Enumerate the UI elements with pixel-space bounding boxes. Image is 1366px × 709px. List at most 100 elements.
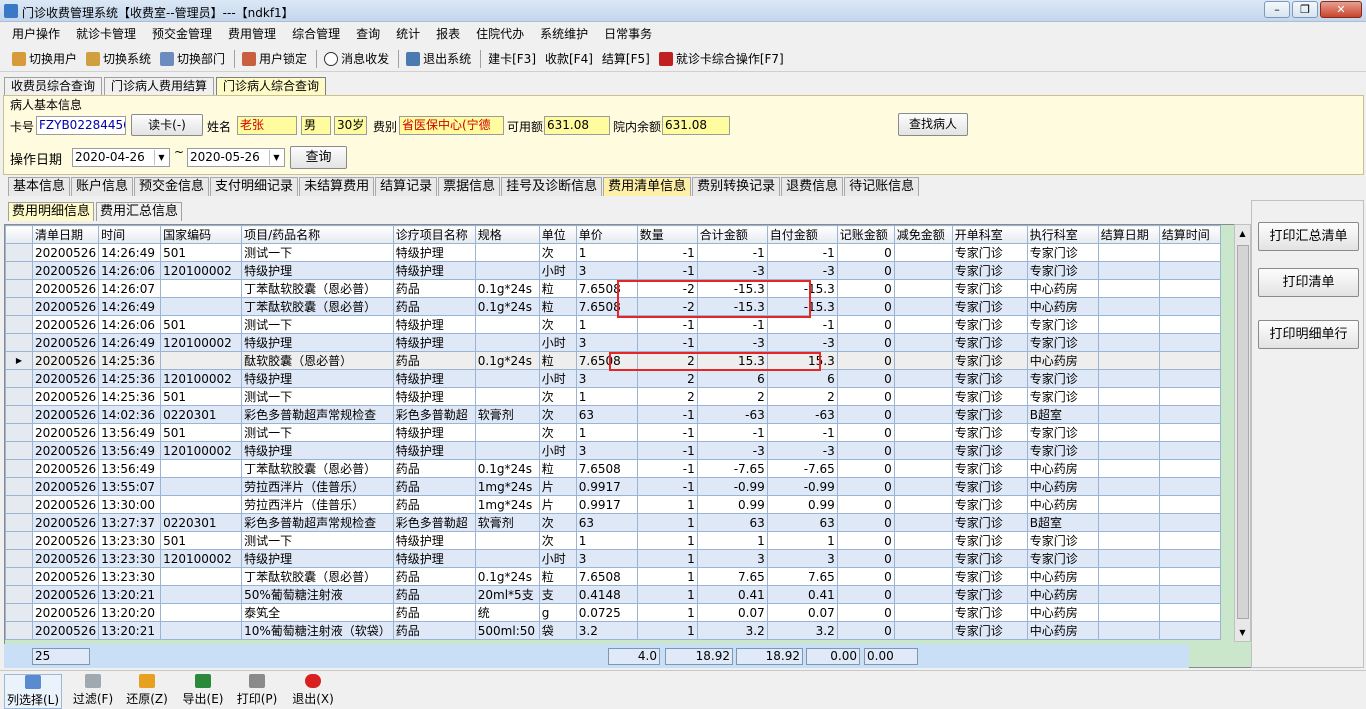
column-header[interactable]: 单位	[538, 225, 577, 244]
print-detail-row-button[interactable]: 打印明细单行	[1258, 320, 1359, 349]
switch-user-button[interactable]: 切换用户	[12, 50, 77, 67]
tab-unsettled-fees[interactable]: 未结算费用	[299, 177, 375, 196]
card-number-field[interactable]: FZYB02284456	[36, 116, 126, 135]
row-indicator[interactable]	[5, 513, 33, 532]
table-row[interactable]: 20200526 14:26:49 丁苯酞软胶囊（恩必普） 药品 0.1g*24s 粒 7.…	[5, 297, 1221, 316]
column-header[interactable]: 清单日期	[31, 225, 100, 244]
tab-account-info[interactable]: 账户信息	[71, 177, 134, 196]
row-indicator[interactable]	[5, 315, 33, 334]
messages-button[interactable]: 消息收发	[324, 50, 389, 67]
menu-item[interactable]: 就诊卡管理	[68, 25, 144, 42]
tab-deposit-info[interactable]: 预交金信息	[134, 177, 210, 196]
card-ops-button[interactable]: 就诊卡综合操作[F7]	[658, 50, 784, 67]
column-header[interactable]: 开单科室	[951, 225, 1028, 244]
tab-refund-info[interactable]: 退费信息	[781, 177, 844, 196]
row-indicator[interactable]	[5, 387, 33, 406]
print-list-button[interactable]: 打印清单	[1258, 268, 1359, 297]
row-indicator[interactable]	[5, 459, 33, 478]
switch-system-button[interactable]: 切换系统	[86, 50, 151, 67]
column-header[interactable]: 时间	[98, 225, 162, 244]
menu-item[interactable]: 报表	[428, 25, 468, 42]
column-header[interactable]: 单价	[575, 225, 638, 244]
row-indicator[interactable]	[5, 603, 33, 622]
column-header[interactable]: 合计金额	[696, 225, 768, 244]
table-row[interactable]: 20200526 13:56:49 丁苯酞软胶囊（恩必普） 药品 0.1g*24s 粒 7.…	[5, 459, 1221, 478]
table-row[interactable]: 20200526 14:26:06 120100002 特级护理 特级护理 小时 3 -1 -3…	[5, 261, 1221, 280]
scroll-down-icon[interactable]: ▼	[1235, 624, 1250, 641]
column-header[interactable]: 国家编码	[160, 225, 243, 244]
column-header[interactable]: 项目/药品名称	[241, 225, 394, 244]
table-row[interactable]: 20200526 14:26:07 丁苯酞软胶囊（恩必普） 药品 0.1g*24s 粒 7.…	[5, 279, 1221, 298]
exit-system-button[interactable]: 退出系统	[406, 50, 471, 67]
tab-outpatient-query[interactable]: 门诊病人综合查询	[216, 77, 327, 95]
menu-item[interactable]: 综合管理	[284, 25, 348, 42]
table-row[interactable]: 20200526 14:26:49 501 测试一下 特级护理次 1 -1 -1 -1 0 专家门诊…	[5, 243, 1221, 262]
table-row[interactable]: 20200526 13:23:30 120100002 特级护理 特级护理 小时 3 1 3 3 0…	[5, 549, 1221, 568]
table-row[interactable]: ▶ 20200526 14:25:36 酞软胶囊（恩必普） 药品 0.1g*24s 粒 7.6…	[5, 351, 1221, 370]
menu-item[interactable]: 住院代办	[468, 25, 532, 42]
table-row[interactable]: 20200526 14:26:06 501 测试一下 特级护理次 1 -1 -1 -1 0 专家门诊…	[5, 315, 1221, 334]
table-row[interactable]: 20200526 13:56:49 120100002 特级护理 特级护理 小时 3 -1 -3…	[5, 441, 1221, 460]
table-row[interactable]: 20200526 13:30:00 劳拉西泮片（佳普乐） 药品 1mg*24s 片 0.99…	[5, 495, 1221, 514]
column-header[interactable]: 执行科室	[1026, 225, 1099, 244]
table-row[interactable]: 20200526 13:20:21 50%葡萄糖注射液 药品 20ml*5支支 0.414…	[5, 585, 1221, 604]
chevron-down-icon[interactable]: ▼	[269, 150, 283, 165]
row-indicator[interactable]	[5, 585, 33, 604]
print-summary-button[interactable]: 打印汇总清单	[1258, 222, 1359, 251]
lock-user-button[interactable]: 用户锁定	[242, 50, 307, 67]
tab-registration-diagnosis[interactable]: 挂号及诊断信息	[501, 177, 603, 196]
date-to-picker[interactable]: 2020-05-26 ▼	[187, 148, 285, 167]
menu-item[interactable]: 统计	[388, 25, 428, 42]
column-header[interactable]: 结算时间	[1158, 225, 1221, 244]
row-indicator[interactable]	[5, 441, 33, 460]
switch-dept-button[interactable]: 切换部门	[160, 50, 225, 67]
minimize-button[interactable]: –	[1264, 1, 1290, 18]
query-button[interactable]: 查询	[290, 146, 347, 169]
column-header[interactable]: 数量	[636, 225, 698, 244]
table-row[interactable]: 20200526 13:20:21 10%葡萄糖注射液（软袋） 药品 500ml:50 袋…	[5, 621, 1221, 640]
table-row[interactable]: 20200526 14:26:49 120100002 特级护理 特级护理 小时 3 -1 -3…	[5, 333, 1221, 352]
restore-button[interactable]: 还原(Z)	[124, 674, 170, 707]
tab-fee-detail[interactable]: 费用明细信息	[8, 202, 95, 221]
table-row[interactable]: 20200526 13:56:49 501 测试一下 特级护理次 1 -1 -1 -1 0 专家门诊…	[5, 423, 1221, 442]
table-row[interactable]: 20200526 13:27:37 0220301 彩色多普勒超声常规检查 彩色多普勒超…	[5, 513, 1221, 532]
read-card-button[interactable]: 读卡(-)	[131, 114, 203, 136]
vertical-scrollbar[interactable]: ▲ ▼	[1234, 224, 1251, 642]
find-patient-button[interactable]: 查找病人	[898, 113, 968, 136]
table-row[interactable]: 20200526 14:25:36 501 测试一下 特级护理次 1 2 2 2 0 专家门诊 专家门…	[5, 387, 1221, 406]
date-from-picker[interactable]: 2020-04-26 ▼	[72, 148, 170, 167]
menu-item[interactable]: 日常事务	[596, 25, 660, 42]
create-card-button[interactable]: 建卡[F3]	[488, 50, 536, 67]
tab-settlement-records[interactable]: 结算记录	[375, 177, 438, 196]
receive-button[interactable]: 收款[F4]	[545, 50, 593, 67]
tab-fee-summary[interactable]: 费用汇总信息	[96, 202, 183, 221]
row-indicator[interactable]	[5, 621, 33, 640]
column-header[interactable]: 诊疗项目名称	[392, 225, 476, 244]
tab-payment-detail[interactable]: 支付明细记录	[210, 177, 299, 196]
row-indicator[interactable]	[5, 531, 33, 550]
column-select-button[interactable]: 列选择(L)	[4, 674, 62, 709]
close-button[interactable]: ✕	[1320, 1, 1362, 18]
table-row[interactable]: 20200526 13:23:30 丁苯酞软胶囊（恩必普） 药品 0.1g*24s 粒 7.…	[5, 567, 1221, 586]
column-header[interactable]: 自付金额	[766, 225, 838, 244]
tab-cashier-query[interactable]: 收费员综合查询	[4, 77, 103, 95]
exit-button[interactable]: 退出(X)	[290, 674, 336, 707]
column-header[interactable]: 规格	[474, 225, 540, 244]
settle-button[interactable]: 结算[F5]	[602, 50, 650, 67]
row-indicator[interactable]	[5, 279, 33, 298]
row-indicator[interactable]	[5, 567, 33, 586]
tab-basic-info[interactable]: 基本信息	[8, 177, 71, 196]
row-indicator[interactable]	[5, 477, 33, 496]
tab-invoice-info[interactable]: 票据信息	[438, 177, 501, 196]
fee-detail-grid[interactable]: 清单日期 时间 国家编码 项目/药品名称 诊疗项目名称 规格 单位 单价 数量 合计金额 自付金额记…	[4, 224, 1253, 668]
menu-item[interactable]: 系统维护	[532, 25, 596, 42]
row-indicator[interactable]	[5, 297, 33, 316]
row-indicator[interactable]	[5, 369, 33, 388]
tab-fee-type-change[interactable]: 费别转换记录	[692, 177, 781, 196]
row-indicator[interactable]	[5, 405, 33, 424]
menu-item[interactable]: 用户操作	[4, 25, 68, 42]
table-row[interactable]: 20200526 13:55:07 劳拉西泮片（佳普乐） 药品 1mg*24s 片 0.99…	[5, 477, 1221, 496]
tab-pending-account[interactable]: 待记账信息	[844, 177, 920, 196]
row-indicator[interactable]	[5, 495, 33, 514]
row-indicator[interactable]	[5, 243, 33, 262]
